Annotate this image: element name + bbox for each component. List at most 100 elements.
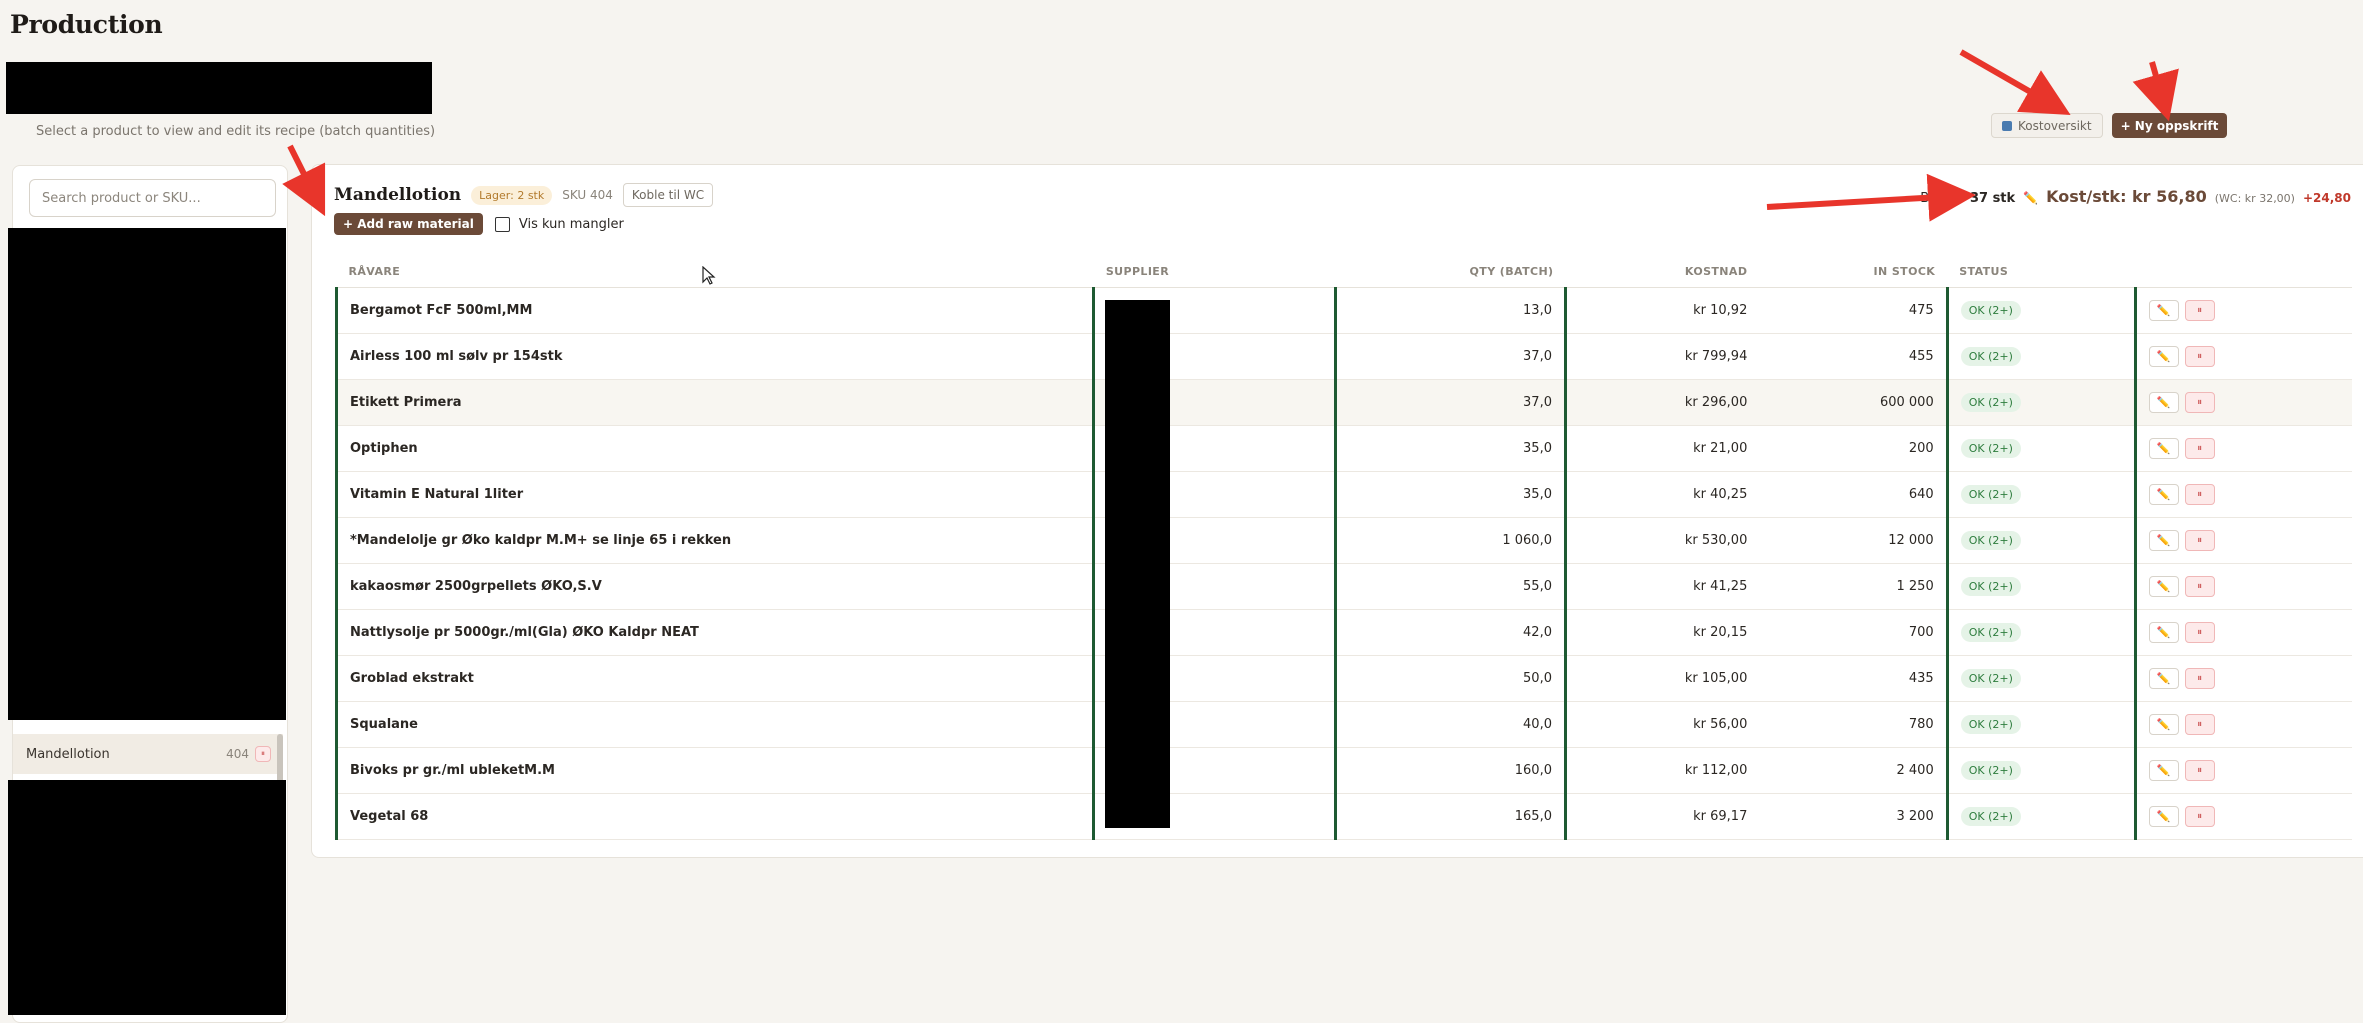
cell-stock: 1 250 bbox=[1759, 563, 1948, 610]
batch-value[interactable]: 37 stk bbox=[1970, 191, 2015, 206]
link-wc-button[interactable]: Koble til WC bbox=[622, 183, 714, 207]
cell-qty: 35,0 bbox=[1334, 471, 1566, 518]
table-row[interactable]: SqualaneEAT40,0kr 56,00780OK (2+)✏️⏸ bbox=[334, 701, 2352, 748]
missing-only-toggle[interactable]: Vis kun mangler bbox=[494, 216, 624, 232]
status-badge: OK (2+) bbox=[1960, 300, 2021, 320]
new-recipe-button[interactable]: + Ny oppskrift bbox=[2111, 113, 2228, 138]
delete-icon[interactable]: ⏸ bbox=[2184, 529, 2215, 551]
cell-actions: ✏️ ⏸ bbox=[2133, 563, 2352, 610]
mouse-cursor-icon bbox=[702, 266, 716, 285]
edit-icon[interactable]: ✏️ bbox=[2148, 529, 2179, 551]
delete-icon[interactable]: ⏸ bbox=[2184, 345, 2215, 367]
status-badge: OK (2+) bbox=[1960, 438, 2021, 458]
cell-ravare: Vegetal 68 bbox=[334, 793, 1094, 840]
table-row[interactable]: Vitamin E Natural 1liter 35,0 kr 40,25 640 O… bbox=[334, 471, 2352, 518]
recipe-toolbar: + Add raw material Vis kun mangler bbox=[334, 213, 624, 235]
row-actions: ✏️ ⏸ bbox=[2148, 391, 2340, 413]
cell-cost: kr 530,00 bbox=[1563, 517, 1760, 564]
edit-icon[interactable]: ✏️ bbox=[2148, 667, 2179, 689]
edit-icon[interactable]: ✏️ bbox=[2148, 345, 2179, 367]
cell-cost: kr 112,00 bbox=[1563, 747, 1760, 794]
cell-ravare: Nattlysolje pr 5000gr./ml(Gla) ØKO Kaldp… bbox=[334, 609, 1094, 656]
cell-stock: 455 bbox=[1759, 333, 1948, 380]
arrow-icon bbox=[1959, 49, 2071, 115]
row-actions: ✏️ ⏸ bbox=[2148, 483, 2340, 505]
edit-icon[interactable]: ✏️ bbox=[2148, 483, 2179, 505]
delete-icon[interactable]: ⏸ bbox=[2184, 575, 2215, 597]
row-actions: ✏️ ⏸ bbox=[2148, 437, 2340, 459]
col-header-cost: KOSTNAD bbox=[1565, 257, 1760, 288]
pencil-icon[interactable]: ✏️ bbox=[2023, 191, 2038, 205]
cell-ravare: Optiphen bbox=[334, 425, 1094, 472]
cell-cost: kr 69,17 bbox=[1563, 793, 1760, 840]
cell-status: OK (2+) bbox=[1945, 747, 2136, 794]
row-actions: ✏️ ⏸ bbox=[2148, 345, 2340, 367]
cell-actions: ✏️ ⏸ bbox=[2133, 793, 2352, 840]
table-row[interactable]: Bergamot FcF 500ml,MM 13,0 kr 10,92 475 OK (… bbox=[334, 287, 2352, 334]
delete-icon[interactable]: ⏸ bbox=[2184, 667, 2215, 689]
sidebar-item-mandellotion[interactable]: Mandellotion 404 ⏸ bbox=[13, 734, 283, 774]
checkbox[interactable] bbox=[494, 216, 510, 232]
table-row[interactable]: Optiphen 35,0 kr 21,00 200 OK (2+) ✏️ ⏸ bbox=[334, 425, 2352, 472]
edit-icon[interactable]: ✏️ bbox=[2148, 299, 2179, 321]
cost-overview-button[interactable]: Kostoversikt bbox=[1991, 113, 2103, 138]
table-row[interactable]: *Mandelolje gr Øko kaldpr M.M+ se linje … bbox=[334, 517, 2352, 564]
edit-icon[interactable]: ✏️ bbox=[2148, 575, 2179, 597]
edit-icon[interactable]: ✏️ bbox=[2148, 391, 2179, 413]
delete-icon[interactable]: ⏸ bbox=[2184, 391, 2215, 413]
cell-cost: kr 296,00 bbox=[1563, 379, 1760, 426]
cell-qty: 160,0 bbox=[1334, 747, 1566, 794]
cell-ravare: Airless 100 ml sølv pr 154stk bbox=[334, 333, 1094, 380]
cell-ravare: Bivoks pr gr./ml ubleketM.M bbox=[334, 747, 1094, 794]
cell-qty: 37,0 bbox=[1334, 379, 1566, 426]
cell-stock: 12 000 bbox=[1759, 517, 1948, 564]
cell-stock: 2 400 bbox=[1759, 747, 1948, 794]
cell-cost: kr 20,15 bbox=[1563, 609, 1760, 656]
cell-qty: 55,0 bbox=[1334, 563, 1566, 610]
cell-ravare: Bergamot FcF 500ml,MM bbox=[334, 287, 1094, 334]
status-badge: OK (2+) bbox=[1960, 392, 2021, 412]
edit-icon[interactable]: ✏️ bbox=[2148, 621, 2179, 643]
status-badge: OK (2+) bbox=[1960, 484, 2021, 504]
delete-icon[interactable]: ⏸ bbox=[2184, 621, 2215, 643]
batch-label: Batch: bbox=[1920, 191, 1962, 206]
cell-status: OK (2+) bbox=[1945, 609, 2136, 656]
cell-actions: ✏️ ⏸ bbox=[2133, 747, 2352, 794]
status-badge: OK (2+) bbox=[1960, 530, 2021, 550]
delete-icon[interactable]: ⏸ bbox=[2184, 713, 2215, 735]
table-row[interactable]: kakaosmør 2500grpellets ØKO,S.V 55,0 kr 41… bbox=[334, 563, 2352, 610]
missing-only-label: Vis kun mangler bbox=[518, 216, 624, 232]
cell-cost: kr 56,00 bbox=[1563, 701, 1760, 748]
cell-qty: 37,0 bbox=[1334, 333, 1566, 380]
row-actions: ✏️ ⏸ bbox=[2148, 621, 2340, 643]
col-header-qty: QTY (BATCH) bbox=[1335, 257, 1566, 288]
table-row[interactable]: Etikett Primera 37,0 kr 296,00 600 000 OK (2… bbox=[334, 379, 2352, 426]
delete-icon[interactable]: ⏸ bbox=[255, 746, 271, 762]
page-subtitle: Select a product to view and edit its re… bbox=[36, 124, 436, 139]
edit-icon[interactable]: ✏️ bbox=[2148, 805, 2179, 827]
col-header-stock: IN STOCK bbox=[1759, 257, 1948, 288]
delete-icon[interactable]: ⏸ bbox=[2184, 759, 2215, 781]
delete-icon[interactable]: ⏸ bbox=[2184, 805, 2215, 827]
delete-icon[interactable]: ⏸ bbox=[2184, 483, 2215, 505]
table-row[interactable]: Bivoks pr gr./ml ubleketM.M 160,0 kr 112,0… bbox=[334, 747, 2352, 794]
row-actions: ✏️ ⏸ bbox=[2148, 299, 2340, 321]
cell-cost: kr 105,00 bbox=[1563, 655, 1760, 702]
edit-icon[interactable]: ✏️ bbox=[2148, 759, 2179, 781]
add-raw-material-button[interactable]: + Add raw material bbox=[334, 213, 483, 235]
cell-stock: 475 bbox=[1759, 287, 1948, 334]
table-row[interactable]: Airless 100 ml sølv pr 154stk 37,0 kr 799,… bbox=[334, 333, 2352, 380]
table-row[interactable]: Vegetal 68 165,0 kr 69,17 3 200 OK (2+) ✏️ ⏸ bbox=[334, 793, 2352, 840]
batch-summary: Batch: 37 stk ✏️ Kost/stk: kr 56,80 (WC:… bbox=[1920, 187, 2351, 206]
table-row[interactable]: Nattlysolje pr 5000gr./ml(Gla) ØKO Kaldp… bbox=[334, 609, 2352, 656]
edit-icon[interactable]: ✏️ bbox=[2148, 437, 2179, 459]
chart-icon bbox=[2002, 120, 2012, 131]
col-header-supplier: SUPPLIER bbox=[1093, 257, 1336, 288]
cell-status: OK (2+) bbox=[1945, 655, 2136, 702]
delete-icon[interactable]: ⏸ bbox=[2184, 299, 2215, 321]
product-search-input[interactable] bbox=[29, 179, 276, 217]
cell-actions: ✏️ ⏸ bbox=[2133, 701, 2352, 748]
table-row[interactable]: Groblad ekstrakt 50,0 kr 105,00 435 OK (2+) ✏… bbox=[334, 655, 2352, 702]
delete-icon[interactable]: ⏸ bbox=[2184, 437, 2215, 459]
edit-icon[interactable]: ✏️ bbox=[2148, 713, 2179, 735]
